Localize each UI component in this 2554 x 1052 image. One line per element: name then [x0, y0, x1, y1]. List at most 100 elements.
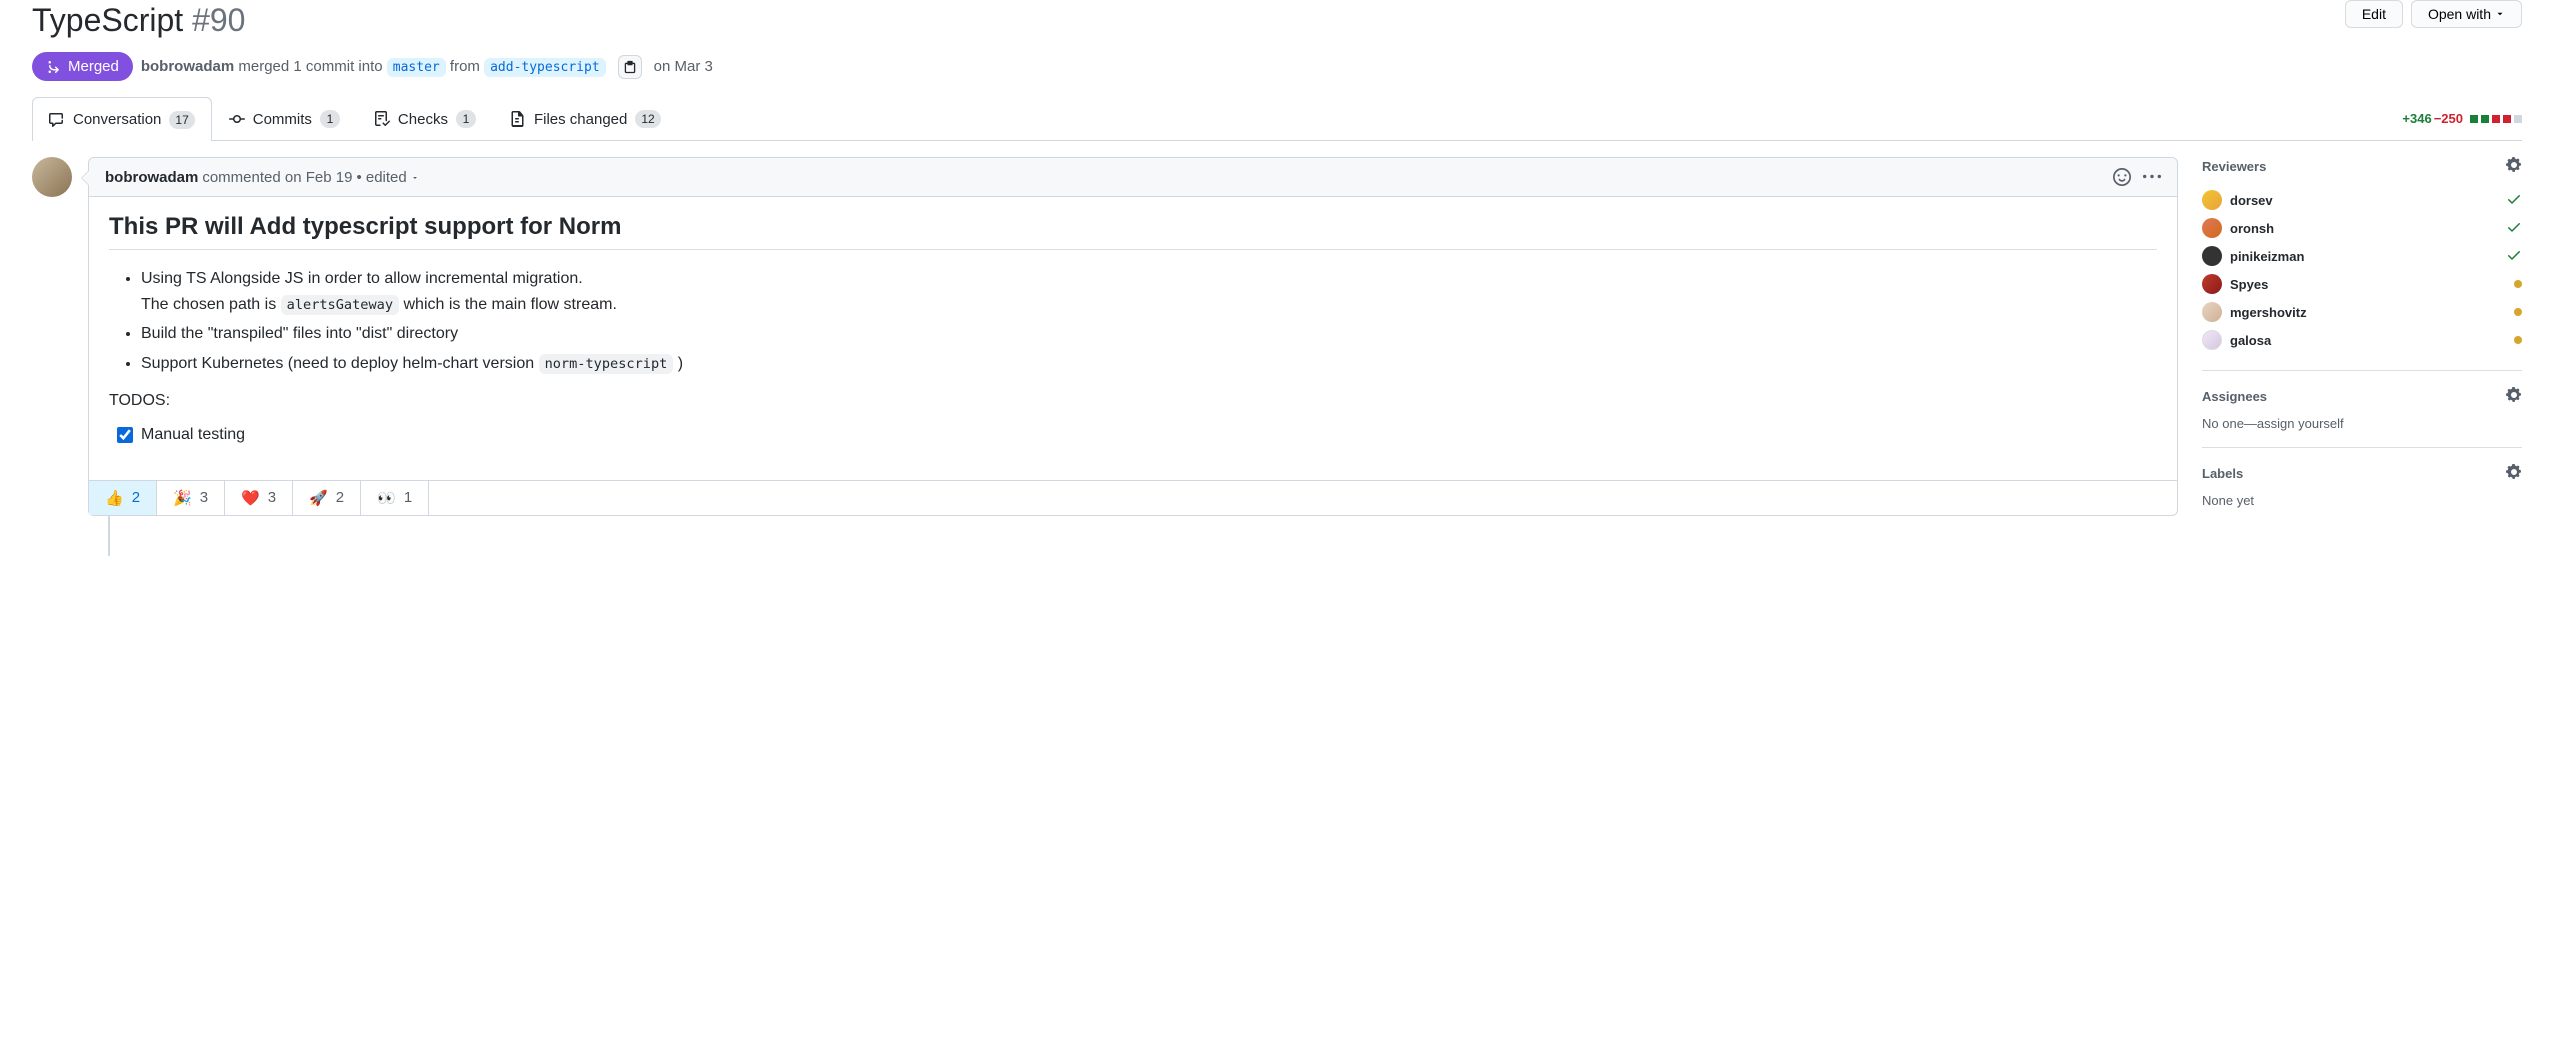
tab-conversation[interactable]: Conversation 17 [32, 97, 212, 141]
clipboard-icon [623, 60, 637, 74]
diff-square-del [2492, 115, 2500, 123]
reaction-emoji: 👀 [377, 489, 396, 507]
meta-author[interactable]: bobrowadam [141, 58, 234, 75]
diff-square-del [2503, 115, 2511, 123]
task-checkbox[interactable] [117, 427, 133, 443]
reaction-count: 1 [404, 489, 412, 506]
comment-discussion-icon [49, 112, 65, 128]
chevron-down-icon [2495, 9, 2505, 19]
avatar [2202, 246, 2222, 266]
avatar [2202, 190, 2222, 210]
reaction-emoji: 🎉 [173, 489, 192, 507]
gear-icon [2506, 387, 2522, 403]
pr-number: #90 [192, 2, 245, 38]
labels-empty: None yet [2202, 493, 2522, 508]
reviewers-title: Reviewers [2202, 159, 2266, 174]
avatar [2202, 218, 2222, 238]
reaction-emoji: ❤️ [241, 489, 260, 507]
reviewer-row[interactable]: galosa [2202, 326, 2522, 354]
avatar [2202, 302, 2222, 322]
reviewer-row[interactable]: oronsh [2202, 214, 2522, 242]
add-reaction-button[interactable] [2113, 168, 2131, 186]
pending-dot-icon [2514, 308, 2522, 316]
reaction-button[interactable]: 🎉3 [157, 481, 225, 515]
reaction-count: 2 [336, 489, 344, 506]
reviewer-row[interactable]: dorsev [2202, 186, 2522, 214]
timeline-trail [108, 516, 110, 556]
list-item: Using TS Alongside JS in order to allow … [141, 266, 2157, 317]
reviewer-row[interactable]: Spyes [2202, 270, 2522, 298]
reaction-count: 2 [132, 489, 140, 506]
open-with-button[interactable]: Open with [2411, 0, 2522, 28]
assignees-empty[interactable]: No one—assign yourself [2202, 416, 2522, 431]
diff-square-neutral [2514, 115, 2522, 123]
comment-timestamp[interactable]: commented on Feb 19 [202, 169, 352, 186]
reviewer-name[interactable]: mgershovitz [2230, 305, 2307, 320]
reaction-button[interactable]: 👀1 [361, 481, 429, 515]
merge-date: on Mar 3 [654, 58, 713, 75]
diff-square-add [2470, 115, 2478, 123]
todos-heading: TODOS: [109, 392, 2157, 410]
list-item: Support Kubernetes (need to deploy helm-… [141, 351, 2157, 377]
timeline-comment: bobrowadam commented on Feb 19 • edited [88, 157, 2178, 516]
reviewer-row[interactable]: pinikeizman [2202, 242, 2522, 270]
task-label: Manual testing [141, 422, 245, 448]
reviewer-name[interactable]: Spyes [2230, 277, 2268, 292]
conversation-count: 17 [169, 111, 194, 129]
labels-settings-button[interactable] [2506, 464, 2522, 483]
diffstat[interactable]: +346 −250 [2402, 111, 2522, 126]
reaction-count: 3 [268, 489, 276, 506]
copy-branch-button[interactable] [618, 55, 642, 79]
comment-heading: This PR will Add typescript support for … [109, 213, 2157, 250]
reaction-emoji: 👍 [105, 489, 124, 507]
merge-meta: bobrowadam merged 1 commit into master f… [141, 58, 606, 75]
reviewer-name[interactable]: dorsev [2230, 193, 2273, 208]
reaction-bar: 👍2🎉3❤️3🚀2👀1 [89, 480, 2177, 515]
pr-title: TypeScript [32, 2, 183, 38]
chevron-down-icon [411, 174, 419, 182]
diff-deletions: −250 [2434, 111, 2463, 126]
commits-count: 1 [320, 110, 340, 128]
edited-indicator[interactable]: • edited [356, 169, 418, 186]
reviewer-name[interactable]: oronsh [2230, 221, 2274, 236]
gear-icon [2506, 464, 2522, 480]
head-branch[interactable]: add-typescript [484, 58, 606, 77]
assignees-title: Assignees [2202, 389, 2267, 404]
reviewer-name[interactable]: pinikeizman [2230, 249, 2304, 264]
tab-files[interactable]: Files changed 12 [493, 97, 678, 140]
files-count: 12 [635, 110, 660, 128]
check-icon [2506, 219, 2522, 238]
avatar[interactable] [32, 157, 72, 197]
reviewer-name[interactable]: galosa [2230, 333, 2271, 348]
smiley-icon [2113, 168, 2131, 186]
labels-title: Labels [2202, 466, 2243, 481]
tab-commits[interactable]: Commits 1 [212, 97, 357, 140]
code-inline: alertsGateway [281, 295, 399, 315]
comment-author[interactable]: bobrowadam [105, 169, 198, 186]
state-badge: Merged [32, 52, 133, 81]
reviewers-settings-button[interactable] [2506, 157, 2522, 176]
check-icon [2506, 191, 2522, 210]
diff-additions: +346 [2402, 111, 2431, 126]
reaction-button[interactable]: 🚀2 [293, 481, 361, 515]
gear-icon [2506, 157, 2522, 173]
kebab-icon [2143, 168, 2161, 186]
reaction-emoji: 🚀 [309, 489, 328, 507]
checks-count: 1 [456, 110, 476, 128]
reaction-button[interactable]: 👍2 [89, 481, 157, 515]
reaction-button[interactable]: ❤️ 3 [225, 481, 293, 515]
task-item: Manual testing [117, 422, 2157, 448]
base-branch[interactable]: master [387, 58, 446, 77]
code-inline: norm-typescript [539, 354, 674, 374]
tab-checks[interactable]: Checks 1 [357, 97, 493, 140]
assignees-settings-button[interactable] [2506, 387, 2522, 406]
commit-icon [229, 111, 245, 127]
comment-menu-button[interactable] [2143, 168, 2161, 186]
edit-button[interactable]: Edit [2345, 0, 2403, 28]
avatar [2202, 274, 2222, 294]
list-item: Build the "transpiled" files into "dist"… [141, 321, 2157, 347]
avatar [2202, 330, 2222, 350]
page-title: TypeScript #90 [32, 0, 245, 40]
check-icon [2506, 247, 2522, 266]
reviewer-row[interactable]: mgershovitz [2202, 298, 2522, 326]
